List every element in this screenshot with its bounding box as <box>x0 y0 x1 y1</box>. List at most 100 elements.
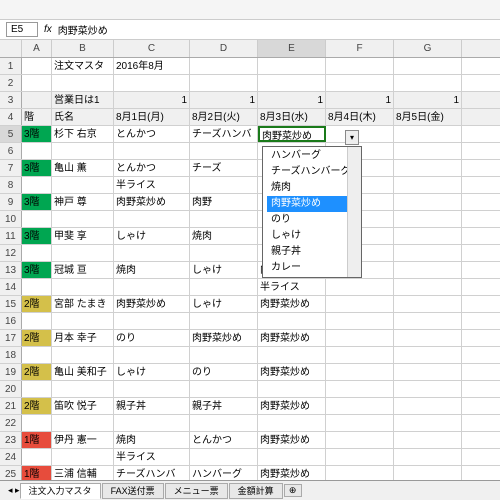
row-header-6[interactable]: 6 <box>0 143 22 159</box>
row-header-14[interactable]: 14 <box>0 279 22 295</box>
cell-C11[interactable]: しゃけ <box>114 228 190 244</box>
col-E[interactable]: E <box>258 40 326 57</box>
row-header-18[interactable]: 18 <box>0 347 22 363</box>
cell-C8[interactable]: 半ライス <box>114 177 190 193</box>
cell-D19[interactable]: のり <box>190 364 258 380</box>
cell-D10[interactable] <box>190 211 258 227</box>
row-header-20[interactable]: 20 <box>0 381 22 397</box>
cell-A5[interactable]: 3階 <box>22 126 52 142</box>
cell-B23[interactable]: 伊丹 憲一 <box>52 432 114 448</box>
dropdown-item[interactable]: 親子丼 <box>267 244 357 260</box>
cell-F14[interactable] <box>326 279 394 295</box>
cell-C17[interactable]: のり <box>114 330 190 346</box>
cell-A6[interactable] <box>22 143 52 159</box>
cell-G9[interactable] <box>394 194 462 210</box>
cell-B16[interactable] <box>52 313 114 329</box>
cell-B18[interactable] <box>52 347 114 363</box>
col-B[interactable]: B <box>52 40 114 57</box>
cell-C21[interactable]: 親子丼 <box>114 398 190 414</box>
cell-D7[interactable]: チーズ <box>190 160 258 176</box>
cell-D24[interactable] <box>190 449 258 465</box>
cell-E5[interactable]: 肉野菜炒め <box>258 126 326 142</box>
row-header-21[interactable]: 21 <box>0 398 22 414</box>
cell-G3[interactable]: 1 <box>394 92 462 108</box>
row-header-1[interactable]: 1 <box>0 58 22 74</box>
cell-G6[interactable] <box>394 143 462 159</box>
cell-D9[interactable]: 肉野 <box>190 194 258 210</box>
cell-A12[interactable] <box>22 245 52 261</box>
cell-A19[interactable]: 2階 <box>22 364 52 380</box>
cell-C16[interactable] <box>114 313 190 329</box>
dropdown-item[interactable]: ハンバーグ <box>267 148 357 164</box>
sheet-tab[interactable]: 注文入力マスタ <box>20 483 101 499</box>
cell-A20[interactable] <box>22 381 52 397</box>
row-header-13[interactable]: 13 <box>0 262 22 278</box>
cell-D8[interactable] <box>190 177 258 193</box>
cell-G20[interactable] <box>394 381 462 397</box>
dropdown-button[interactable]: ▾ <box>345 130 359 145</box>
cell-E17[interactable]: 肉野菜炒め <box>258 330 326 346</box>
dropdown-list[interactable]: ハンバーグチーズハンバーグ焼肉肉野菜炒めのりしゃけ親子丼カレー <box>262 146 362 278</box>
cell-C1[interactable]: 2016年8月 <box>114 58 190 74</box>
cell-B11[interactable]: 甲斐 享 <box>52 228 114 244</box>
cell-G8[interactable] <box>394 177 462 193</box>
cell-D12[interactable] <box>190 245 258 261</box>
cell-B12[interactable] <box>52 245 114 261</box>
cell-B1[interactable]: 注文マスタ <box>52 58 114 74</box>
cell-G23[interactable] <box>394 432 462 448</box>
cell-A3[interactable] <box>22 92 52 108</box>
cell-D16[interactable] <box>190 313 258 329</box>
cell-B7[interactable]: 亀山 薫 <box>52 160 114 176</box>
cell-C6[interactable] <box>114 143 190 159</box>
cell-E14[interactable]: 半ライス <box>258 279 326 295</box>
cell-C22[interactable] <box>114 415 190 431</box>
cell-A9[interactable]: 3階 <box>22 194 52 210</box>
cell-B17[interactable]: 月本 幸子 <box>52 330 114 346</box>
cell-F4[interactable]: 8月4日(木) <box>326 109 394 125</box>
cell-F19[interactable] <box>326 364 394 380</box>
cell-B3[interactable]: 営業日は1 <box>52 92 114 108</box>
cell-A2[interactable] <box>22 75 52 91</box>
cell-G5[interactable] <box>394 126 462 142</box>
cell-D5[interactable]: チーズハンバ <box>190 126 258 142</box>
col-A[interactable]: A <box>22 40 52 57</box>
cell-F16[interactable] <box>326 313 394 329</box>
cell-B2[interactable] <box>52 75 114 91</box>
cell-C3[interactable]: 1 <box>114 92 190 108</box>
cell-G11[interactable] <box>394 228 462 244</box>
cell-G14[interactable] <box>394 279 462 295</box>
cell-D6[interactable] <box>190 143 258 159</box>
cell-B19[interactable]: 亀山 美和子 <box>52 364 114 380</box>
cell-A13[interactable]: 3階 <box>22 262 52 278</box>
cell-E19[interactable]: 肉野菜炒め <box>258 364 326 380</box>
cell-F2[interactable] <box>326 75 394 91</box>
cell-D18[interactable] <box>190 347 258 363</box>
cell-G13[interactable] <box>394 262 462 278</box>
cell-C7[interactable]: とんかつ <box>114 160 190 176</box>
row-header-7[interactable]: 7 <box>0 160 22 176</box>
tab-nav[interactable]: ◂ ▸ <box>8 485 20 496</box>
cell-E24[interactable] <box>258 449 326 465</box>
cell-G22[interactable] <box>394 415 462 431</box>
cell-D22[interactable] <box>190 415 258 431</box>
cell-B20[interactable] <box>52 381 114 397</box>
cell-D1[interactable] <box>190 58 258 74</box>
cell-F18[interactable] <box>326 347 394 363</box>
cell-A24[interactable] <box>22 449 52 465</box>
cell-B24[interactable] <box>52 449 114 465</box>
cell-A1[interactable] <box>22 58 52 74</box>
row-header-4[interactable]: 4 <box>0 109 22 125</box>
cell-D23[interactable]: とんかつ <box>190 432 258 448</box>
cell-G16[interactable] <box>394 313 462 329</box>
cell-F24[interactable] <box>326 449 394 465</box>
cell-D13[interactable]: しゃけ <box>190 262 258 278</box>
row-header-2[interactable]: 2 <box>0 75 22 91</box>
col-F[interactable]: F <box>326 40 394 57</box>
cell-C5[interactable]: とんかつ <box>114 126 190 142</box>
dropdown-item[interactable]: のり <box>267 212 357 228</box>
cell-E1[interactable] <box>258 58 326 74</box>
cell-G7[interactable] <box>394 160 462 176</box>
dropdown-item[interactable]: 肉野菜炒め <box>267 196 357 212</box>
cell-G10[interactable] <box>394 211 462 227</box>
cell-A15[interactable]: 2階 <box>22 296 52 312</box>
